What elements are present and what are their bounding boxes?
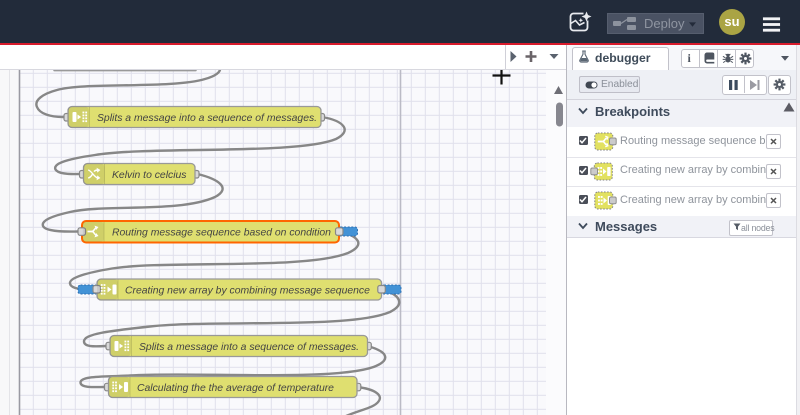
svg-text:Routing message sequence based: Routing message sequence based on condit… bbox=[112, 228, 331, 239]
svg-text:Calculating the the average of: Calculating the the average of temperatu… bbox=[137, 383, 334, 394]
svg-text:Creating new array by combinin: Creating new array by combining message … bbox=[125, 286, 370, 297]
svg-text:Splits a message into a sequen: Splits a message into a sequence of mess… bbox=[97, 113, 317, 124]
svg-text:Splits a message into a sequen: Splits a message into a sequence of mess… bbox=[139, 342, 359, 353]
svg-text:Kelvin to celcius: Kelvin to celcius bbox=[112, 170, 187, 181]
